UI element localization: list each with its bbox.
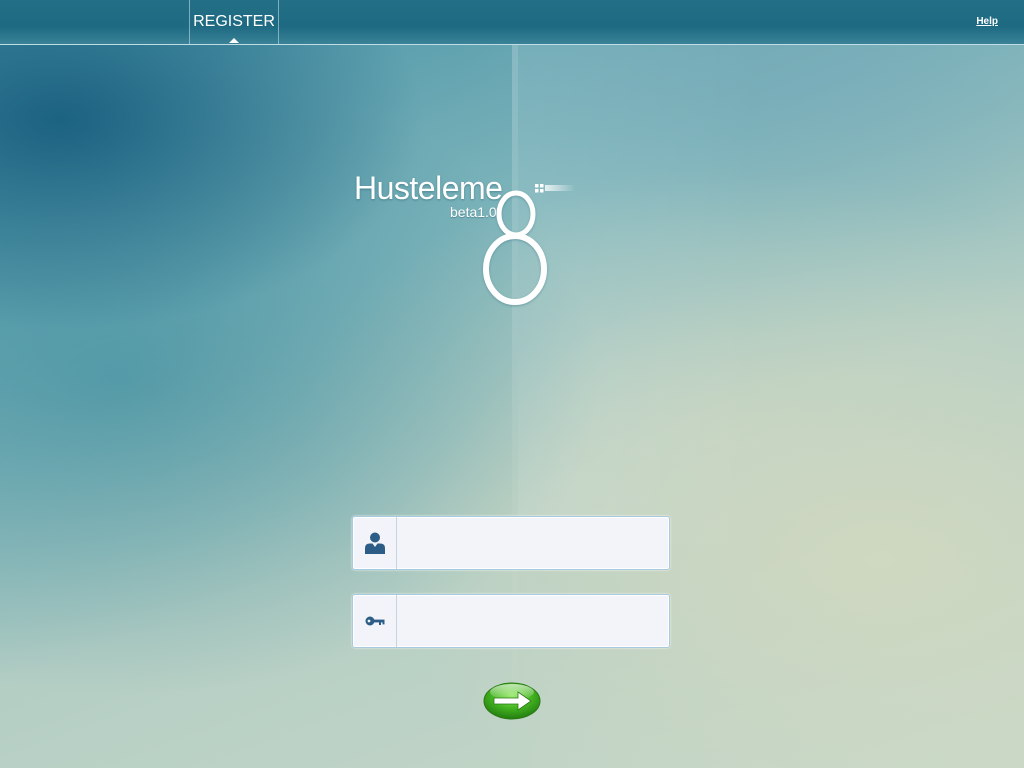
key-icon <box>365 616 385 626</box>
password-field <box>352 594 670 648</box>
username-icon-cell <box>353 517 397 569</box>
username-field <box>352 516 670 570</box>
register-tab-label: REGISTER <box>193 13 275 30</box>
register-tab[interactable]: REGISTER <box>189 0 279 44</box>
password-icon-cell <box>353 595 397 647</box>
user-icon <box>365 532 385 554</box>
background-light-glow <box>518 45 758 545</box>
top-bar: REGISTER Help <box>0 0 1024 45</box>
login-screen: REGISTER Help Husteleme beta1.0 <box>0 0 1024 768</box>
help-link[interactable]: Help <box>976 16 998 27</box>
password-input[interactable] <box>403 601 665 643</box>
login-submit-button[interactable] <box>482 680 542 720</box>
logo-eight-icon <box>483 190 547 305</box>
logo-dots-icon <box>535 184 575 193</box>
active-tab-caret-icon <box>229 38 239 43</box>
username-input[interactable] <box>403 523 665 565</box>
